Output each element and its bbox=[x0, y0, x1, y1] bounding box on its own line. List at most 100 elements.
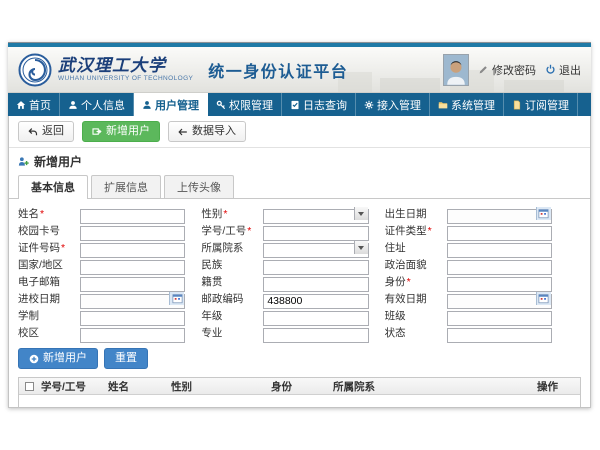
back-arrow-icon bbox=[28, 127, 38, 137]
required-asterisk: * bbox=[428, 225, 432, 237]
required-asterisk: * bbox=[407, 276, 411, 288]
text-input[interactable] bbox=[80, 328, 185, 343]
field-label: 籍贯 bbox=[201, 274, 263, 289]
calendar-picker-button[interactable] bbox=[536, 207, 551, 220]
select-all-checkbox[interactable] bbox=[25, 382, 34, 391]
key-icon bbox=[216, 100, 226, 110]
user-icon bbox=[142, 100, 152, 110]
users-table-empty-body bbox=[19, 395, 580, 408]
submit-add-user-button[interactable]: 新增用户 bbox=[18, 348, 98, 369]
user-icon bbox=[68, 100, 78, 110]
form-field: 住址 bbox=[385, 240, 552, 255]
field-label: 校园卡号 bbox=[18, 223, 80, 238]
text-input[interactable] bbox=[80, 226, 185, 241]
plus-circle-icon bbox=[29, 354, 39, 364]
form-actions: 新增用户 重置 bbox=[9, 344, 590, 376]
text-input[interactable] bbox=[263, 277, 368, 292]
user-box: 修改密码 退出 bbox=[443, 54, 581, 86]
field-label: 政治面貌 bbox=[385, 257, 447, 272]
add-user-icon bbox=[92, 127, 102, 137]
text-input[interactable] bbox=[263, 260, 368, 275]
nav-item-5[interactable]: 日志查询 bbox=[282, 93, 356, 116]
form-field: 身份* bbox=[385, 274, 552, 289]
chevron-down-icon[interactable] bbox=[354, 207, 368, 220]
text-input[interactable] bbox=[447, 328, 552, 343]
table-column-header: 所属院系 bbox=[331, 379, 535, 394]
app-header: 武汉理工大学 WUHAN UNIVERSITY OF TECHNOLOGY 统一… bbox=[8, 47, 591, 93]
text-input[interactable] bbox=[263, 226, 368, 241]
text-input[interactable] bbox=[447, 311, 552, 326]
nav-item-2[interactable]: 个人信息 bbox=[60, 93, 134, 116]
data-import-button[interactable]: 数据导入 bbox=[168, 121, 246, 142]
brand-block: 武汉理工大学 WUHAN UNIVERSITY OF TECHNOLOGY bbox=[58, 57, 193, 83]
text-input[interactable] bbox=[80, 311, 185, 326]
text-input[interactable] bbox=[80, 209, 185, 224]
form-field: 学号/工号* bbox=[201, 223, 368, 238]
form-field: 进校日期 bbox=[18, 291, 185, 306]
field-label: 证件类型* bbox=[385, 223, 447, 238]
required-asterisk: * bbox=[247, 225, 251, 237]
field-label: 出生日期 bbox=[385, 206, 447, 221]
nav-item-4[interactable]: 权限管理 bbox=[208, 93, 282, 116]
text-input[interactable] bbox=[80, 277, 185, 292]
users-table: 学号/工号姓名性别身份所属院系操作 bbox=[18, 377, 581, 408]
text-input[interactable] bbox=[447, 243, 552, 258]
text-input[interactable] bbox=[263, 328, 368, 343]
tab-3[interactable]: 上传头像 bbox=[164, 175, 234, 198]
reset-button[interactable]: 重置 bbox=[104, 348, 148, 369]
calendar-picker-button[interactable] bbox=[536, 292, 551, 305]
users-table-header: 学号/工号姓名性别身份所属院系操作 bbox=[19, 378, 580, 395]
field-label: 专业 bbox=[201, 325, 263, 340]
text-input[interactable] bbox=[447, 226, 552, 241]
field-label: 民族 bbox=[201, 257, 263, 272]
form-field: 出生日期 bbox=[385, 206, 552, 221]
field-label: 状态 bbox=[385, 325, 447, 340]
data-import-label: 数据导入 bbox=[192, 126, 236, 137]
logout-link[interactable]: 退出 bbox=[545, 62, 581, 78]
tab-2[interactable]: 扩展信息 bbox=[91, 175, 161, 198]
nav-item-8[interactable]: 订阅管理 bbox=[504, 93, 578, 116]
back-button[interactable]: 返回 bbox=[18, 121, 74, 142]
form-field: 政治面貌 bbox=[385, 257, 552, 272]
field-label: 住址 bbox=[385, 240, 447, 255]
gear-icon bbox=[364, 100, 374, 110]
chevron-down-icon[interactable] bbox=[354, 241, 368, 254]
text-input[interactable] bbox=[447, 260, 552, 275]
nav-item-label: 接入管理 bbox=[377, 97, 421, 113]
nav-item-label: 系统管理 bbox=[451, 97, 495, 113]
form-field: 所属院系 bbox=[201, 240, 368, 255]
field-label: 进校日期 bbox=[18, 291, 80, 306]
text-input[interactable] bbox=[263, 294, 368, 309]
reset-button-label: 重置 bbox=[115, 353, 137, 364]
avatar[interactable] bbox=[443, 54, 469, 86]
field-label: 邮政编码 bbox=[201, 291, 263, 306]
form-field: 电子邮箱 bbox=[18, 274, 185, 289]
nav-item-7[interactable]: 系统管理 bbox=[430, 93, 504, 116]
university-name: 武汉理工大学 bbox=[58, 57, 193, 74]
nav-item-label: 权限管理 bbox=[229, 97, 273, 113]
add-user-toolbar-button[interactable]: 新增用户 bbox=[82, 121, 160, 142]
text-input[interactable] bbox=[263, 311, 368, 326]
text-input[interactable] bbox=[80, 243, 185, 258]
submit-add-user-label: 新增用户 bbox=[43, 353, 87, 364]
field-label: 姓名* bbox=[18, 206, 80, 221]
text-input[interactable] bbox=[447, 277, 552, 292]
nav-item-3[interactable]: 用户管理 bbox=[134, 93, 208, 116]
table-column-header: 操作 bbox=[535, 379, 580, 394]
power-icon bbox=[545, 64, 556, 75]
calendar-picker-button[interactable] bbox=[169, 292, 184, 305]
tab-1[interactable]: 基本信息 bbox=[18, 175, 88, 199]
form-field: 班级 bbox=[385, 308, 552, 323]
main-content: 返回 新增用户 数据导入 新增用户 基本信息扩展信息上传头像 姓名*性别*出生日… bbox=[8, 116, 591, 408]
text-input[interactable] bbox=[80, 260, 185, 275]
field-label: 国家/地区 bbox=[18, 257, 80, 272]
checklist-icon bbox=[290, 100, 300, 110]
change-password-link[interactable]: 修改密码 bbox=[478, 62, 536, 78]
field-label: 年级 bbox=[201, 308, 263, 323]
nav-item-6[interactable]: 接入管理 bbox=[356, 93, 430, 116]
nav-item-1[interactable]: 首页 bbox=[8, 93, 60, 116]
main-nav: 首页个人信息用户管理 权限管理日志查询 接入管理 系统管理订阅管理 bbox=[8, 93, 591, 116]
nav-item-label: 首页 bbox=[29, 97, 51, 113]
pencil-icon bbox=[478, 64, 489, 75]
page: 武汉理工大学 WUHAN UNIVERSITY OF TECHNOLOGY 统一… bbox=[0, 0, 600, 450]
